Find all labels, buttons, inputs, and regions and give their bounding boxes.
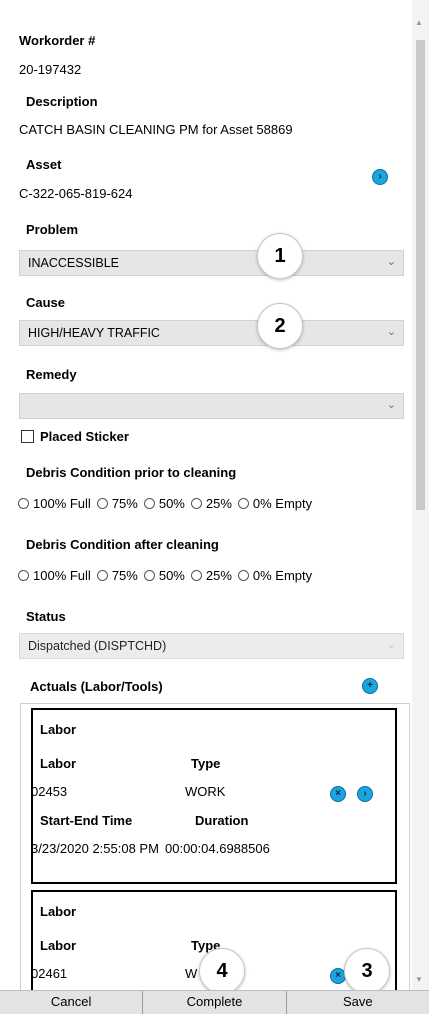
duration-field-label: Duration	[195, 813, 249, 828]
debris-prior-radio-group: 100% Full 75% 50% 25% 0% Empty	[18, 496, 318, 511]
radio-icon	[190, 570, 202, 581]
cause-label: Cause	[26, 295, 66, 310]
radio-icon	[143, 570, 155, 581]
placed-sticker-label: Placed Sticker	[40, 429, 129, 444]
remedy-label: Remedy	[26, 367, 77, 382]
problem-select[interactable]: INACCESSIBLE ⌄	[19, 250, 404, 276]
remedy-select[interactable]: ⌄	[19, 393, 404, 419]
labor-field-label: Labor	[40, 756, 77, 771]
chevron-down-icon: ⌄	[386, 639, 396, 651]
debris-prior-label: Debris Condition prior to cleaning	[26, 465, 237, 480]
cancel-button[interactable]: Cancel	[0, 991, 144, 1014]
delete-labor-button[interactable]: ×	[330, 786, 346, 802]
asset-label: Asset	[26, 157, 62, 172]
chevron-down-icon: ⌄	[386, 399, 396, 411]
type-field-label: Type	[191, 756, 221, 771]
radio-icon	[237, 570, 249, 581]
close-icon: ×	[335, 788, 341, 799]
labor-field-value: 02461	[31, 966, 68, 981]
actuals-label: Actuals (Labor/Tools)	[30, 679, 163, 694]
labor-field-label: Labor	[40, 938, 77, 953]
time-field-value: 3/23/2020 2:55:08 PM	[31, 841, 159, 856]
asset-open-button[interactable]: ›	[372, 169, 388, 185]
debris-after-option[interactable]: 75%	[96, 568, 138, 583]
workorder-value: 20-197432	[19, 62, 82, 77]
placed-sticker-checkbox[interactable]: Placed Sticker	[21, 429, 129, 444]
debris-prior-option[interactable]: 0% Empty	[237, 496, 312, 511]
asset-value: C-322-065-819-624	[19, 186, 133, 201]
debris-after-radio-group: 100% Full 75% 50% 25% 0% Empty	[18, 568, 318, 583]
add-actual-button[interactable]: +	[362, 678, 378, 694]
duration-field-value: 00:00:04.6988506	[165, 841, 270, 856]
radio-icon	[96, 498, 108, 509]
scroll-down-icon[interactable]: ▼	[415, 975, 423, 984]
labor-field-value: 02453	[31, 784, 68, 799]
save-button[interactable]: Save	[286, 991, 429, 1014]
callout-badge-1: 1	[257, 233, 303, 279]
complete-button[interactable]: Complete	[143, 991, 287, 1014]
radio-icon	[96, 570, 108, 581]
debris-after-label: Debris Condition after cleaning	[26, 537, 219, 552]
radio-icon	[18, 570, 29, 581]
problem-label: Problem	[26, 222, 79, 237]
problem-select-value: INACCESSIBLE	[28, 256, 120, 270]
labor-card: Labor Labor Type 02453 WORK × › Start-En…	[31, 708, 397, 884]
callout-badge-3: 3	[344, 948, 390, 990]
debris-prior-option[interactable]: 75%	[96, 496, 138, 511]
labor-card-title: Labor	[40, 904, 77, 919]
vertical-scrollbar[interactable]: ▲ ▼	[412, 0, 429, 990]
status-label: Status	[26, 609, 66, 624]
workorder-form: Workorder # 20-197432 Description CATCH …	[0, 0, 412, 990]
chevron-down-icon: ⌄	[386, 326, 396, 338]
chevron-down-icon: ⌄	[386, 256, 396, 268]
radio-icon	[143, 498, 155, 509]
callout-badge-2: 2	[257, 303, 303, 349]
status-select: Dispatched (DISPTCHD) ⌄	[19, 633, 404, 659]
description-label: Description	[26, 94, 98, 109]
debris-after-option[interactable]: 100% Full	[18, 568, 91, 583]
callout-badge-4: 4	[199, 948, 245, 990]
scroll-up-icon[interactable]: ▲	[415, 18, 423, 27]
plus-icon: +	[367, 680, 373, 691]
scrollbar-thumb[interactable]	[416, 40, 425, 510]
chevron-right-icon: ›	[378, 171, 382, 182]
type-field-value: W	[185, 966, 198, 981]
time-field-label: Start-End Time	[40, 813, 133, 828]
open-labor-button[interactable]: ›	[357, 786, 373, 802]
debris-after-option[interactable]: 25%	[190, 568, 232, 583]
description-value: CATCH BASIN CLEANING PM for Asset 58869	[19, 122, 293, 137]
radio-icon	[18, 498, 29, 509]
radio-icon	[190, 498, 202, 509]
debris-prior-option[interactable]: 100% Full	[18, 496, 91, 511]
debris-after-option[interactable]: 50%	[143, 568, 185, 583]
close-icon: ×	[335, 970, 341, 981]
action-bar: Cancel Complete Save	[0, 990, 429, 1014]
checkbox-box[interactable]	[21, 430, 34, 443]
cause-select[interactable]: HIGH/HEAVY TRAFFIC ⌄	[19, 320, 404, 346]
debris-prior-option[interactable]: 25%	[190, 496, 232, 511]
chevron-right-icon: ›	[363, 788, 367, 799]
cause-select-value: HIGH/HEAVY TRAFFIC	[28, 326, 160, 340]
debris-prior-option[interactable]: 50%	[143, 496, 185, 511]
workorder-label: Workorder #	[19, 33, 96, 48]
labor-card-title: Labor	[40, 722, 77, 737]
status-select-value: Dispatched (DISPTCHD)	[28, 639, 167, 653]
type-field-value: WORK	[185, 784, 226, 799]
debris-after-option[interactable]: 0% Empty	[237, 568, 312, 583]
radio-icon	[237, 498, 249, 509]
